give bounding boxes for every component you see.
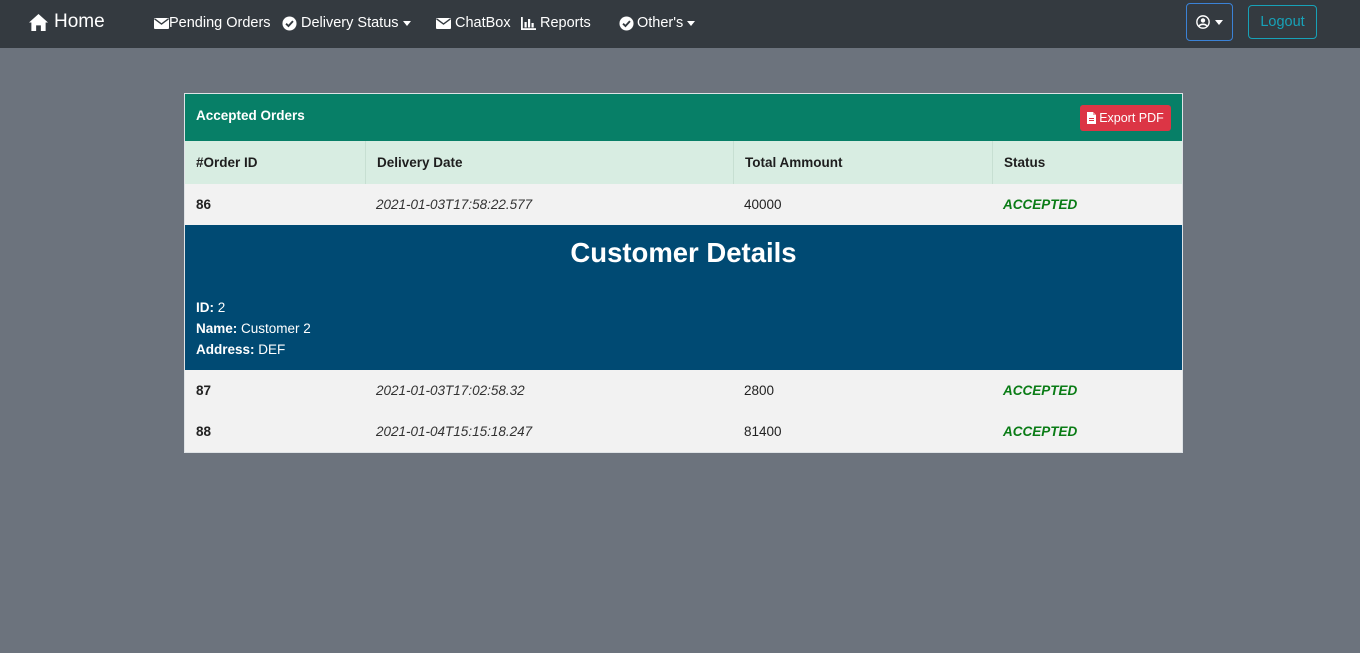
card-title: Accepted Orders bbox=[196, 108, 305, 123]
chevron-down-icon bbox=[687, 21, 696, 26]
table-header-row: #Order ID Delivery Date Total Ammount St… bbox=[185, 141, 1182, 184]
table-row[interactable]: 86 2021-01-03T17:58:22.577 40000 ACCEPTE… bbox=[185, 184, 1182, 225]
nav-pending-orders-label: Pending Orders bbox=[169, 15, 271, 31]
user-circle-icon bbox=[1196, 15, 1210, 29]
nav-reports[interactable]: Reports bbox=[521, 13, 591, 33]
envelope-icon bbox=[436, 17, 451, 29]
customer-details-title: Customer Details bbox=[570, 237, 797, 268]
table-row[interactable]: 88 2021-01-04T15:15:18.247 81400 ACCEPTE… bbox=[185, 411, 1182, 452]
customer-address-label: Address: bbox=[196, 342, 255, 357]
nav-others-dropdown[interactable]: Other's bbox=[619, 13, 696, 33]
nav-chatbox[interactable]: ChatBox bbox=[436, 13, 511, 33]
home-label: Home bbox=[54, 11, 105, 32]
table-row[interactable]: 87 2021-01-03T17:02:58.32 2800 ACCEPTED bbox=[185, 370, 1182, 411]
customer-id-line: ID: 2 bbox=[196, 300, 225, 315]
status-cell: ACCEPTED bbox=[1003, 197, 1078, 212]
nav-chatbox-label: ChatBox bbox=[455, 15, 511, 31]
nav-reports-label: Reports bbox=[540, 15, 591, 31]
delivery-date-cell: 2021-01-03T17:58:22.577 bbox=[376, 197, 533, 212]
home-link[interactable]: Home bbox=[28, 10, 105, 34]
home-icon bbox=[29, 13, 48, 31]
column-header-delivery-date: Delivery Date bbox=[365, 141, 735, 184]
chevron-down-icon bbox=[1215, 20, 1223, 25]
customer-id-label: ID: bbox=[196, 300, 214, 315]
accepted-orders-card: Accepted Orders Export PDF #Order ID Del… bbox=[184, 93, 1183, 453]
customer-id-value: 2 bbox=[217, 300, 226, 315]
nav-others-label: Other's bbox=[637, 15, 684, 31]
logout-button[interactable]: Logout bbox=[1248, 5, 1317, 39]
customer-name-label: Name: bbox=[196, 321, 238, 336]
column-header-order-id: #Order ID bbox=[196, 155, 258, 170]
delivery-date-cell: 2021-01-04T15:15:18.247 bbox=[376, 424, 533, 439]
top-navbar: Home Pending Orders Delivery Status Chat… bbox=[0, 0, 1360, 48]
customer-name-line: Name: Customer 2 bbox=[196, 321, 311, 336]
nav-delivery-status-dropdown[interactable]: Delivery Status bbox=[282, 13, 411, 33]
customer-name-value: Customer 2 bbox=[241, 321, 311, 336]
status-cell: ACCEPTED bbox=[1003, 383, 1078, 398]
envelope-icon bbox=[154, 17, 169, 29]
order-id-cell: 86 bbox=[196, 197, 212, 212]
check-circle-icon bbox=[619, 15, 634, 31]
column-header-status: Status bbox=[992, 141, 1182, 184]
nav-delivery-status-label: Delivery Status bbox=[301, 15, 399, 31]
check-circle-icon bbox=[282, 15, 297, 31]
order-id-cell: 87 bbox=[196, 383, 212, 398]
user-menu-button[interactable] bbox=[1186, 3, 1233, 41]
bar-chart-icon bbox=[521, 16, 536, 30]
customer-address-line: Address: DEF bbox=[196, 342, 285, 357]
customer-details-panel: Customer Details ID: 2 Name: Customer 2 … bbox=[185, 225, 1182, 370]
status-cell: ACCEPTED bbox=[1003, 424, 1078, 439]
customer-address-value: DEF bbox=[258, 342, 286, 357]
column-header-total-amount: Total Ammount bbox=[733, 141, 993, 184]
export-pdf-button[interactable]: Export PDF bbox=[1080, 105, 1171, 131]
order-id-cell: 88 bbox=[196, 424, 212, 439]
nav-pending-orders[interactable]: Pending Orders bbox=[154, 13, 271, 33]
card-header: Accepted Orders Export PDF bbox=[185, 94, 1182, 141]
export-pdf-label: Export PDF bbox=[1099, 111, 1164, 125]
pdf-file-icon bbox=[1087, 112, 1097, 124]
total-amount-cell: 2800 bbox=[744, 383, 775, 398]
total-amount-cell: 40000 bbox=[744, 197, 782, 212]
delivery-date-cell: 2021-01-03T17:02:58.32 bbox=[376, 383, 525, 398]
chevron-down-icon bbox=[402, 21, 411, 26]
total-amount-cell: 81400 bbox=[744, 424, 782, 439]
